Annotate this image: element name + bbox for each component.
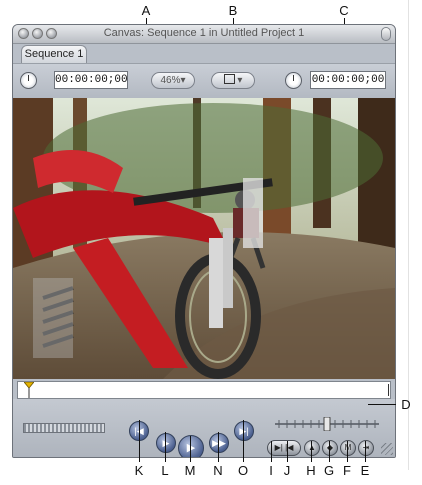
callout-o-leader xyxy=(243,420,244,462)
callout-k-leader xyxy=(139,420,140,462)
title-bar[interactable]: Canvas: Sequence 1 in Untitled Project 1 xyxy=(13,25,395,44)
video-frame[interactable] xyxy=(13,98,395,379)
mountain-bike-image xyxy=(13,98,395,379)
canvas-toolbar: 00:00:00;00 46%▾ ▾ 00:00:00;00 xyxy=(13,63,395,98)
end-marker xyxy=(388,384,389,396)
callout-b: B xyxy=(228,3,238,18)
play-around-current-frame-button[interactable]: ▶▶ xyxy=(209,433,229,453)
shuttle-control[interactable] xyxy=(23,423,105,433)
view-popup[interactable]: ▾ xyxy=(211,72,255,89)
clock-icon xyxy=(20,72,37,89)
callout-i: I xyxy=(269,463,273,478)
callout-a: A xyxy=(141,3,151,18)
callout-i-leader xyxy=(271,441,272,462)
play-icon: ▶ xyxy=(186,442,196,454)
window-title: Canvas: Sequence 1 in Untitled Project 1 xyxy=(103,27,305,39)
canvas-window: Canvas: Sequence 1 in Untitled Project 1… xyxy=(12,24,396,458)
duration-timecode-field[interactable]: 00:00:00;00 xyxy=(54,71,128,89)
callout-e: E xyxy=(360,463,370,478)
callout-o: O xyxy=(237,463,249,478)
callout-n: N xyxy=(213,463,223,478)
callout-k: K xyxy=(134,463,144,478)
callout-m: M xyxy=(184,463,196,478)
toolbar-toggle-button[interactable] xyxy=(381,27,391,41)
callout-j: J xyxy=(283,463,291,478)
mark-in-out-buttons[interactable]: ▶| |◀ xyxy=(267,440,301,456)
add-marker-button[interactable]: ◆ xyxy=(322,440,338,456)
zoom-value: 46% xyxy=(160,75,181,86)
tab-sequence-1[interactable]: Sequence 1 xyxy=(21,45,87,63)
add-keyframe-button[interactable]: ▲ xyxy=(304,440,320,456)
mark-clip-button[interactable]: M xyxy=(340,440,356,456)
callout-e-leader xyxy=(365,441,366,462)
view-options-icon xyxy=(223,74,235,85)
callout-f: F xyxy=(343,463,351,478)
callout-d: D xyxy=(401,397,411,412)
callout-g: G xyxy=(323,463,335,478)
callout-g-leader xyxy=(329,441,330,462)
callout-n-leader xyxy=(218,432,219,462)
chevron-down-icon: ▾ xyxy=(180,75,186,86)
play-button[interactable]: ▶ xyxy=(178,435,204,457)
play-around-icon: ▶▶ xyxy=(212,438,226,448)
match-frame-button[interactable]: ⇥ xyxy=(358,440,374,456)
zoom-popup[interactable]: 46%▾ xyxy=(151,72,195,89)
callout-d-leader xyxy=(368,404,396,405)
resize-grip-icon[interactable] xyxy=(381,443,393,455)
go-to-next-edit-button[interactable]: ▶| xyxy=(234,421,254,441)
mark-in-out-icon: ▶| |◀ xyxy=(274,443,294,452)
callout-m-leader xyxy=(190,436,191,462)
clock-icon xyxy=(285,72,302,89)
callout-h-leader xyxy=(311,441,312,462)
callout-c: C xyxy=(339,3,349,18)
playhead-icon[interactable] xyxy=(24,382,34,398)
callout-f-leader xyxy=(347,441,348,462)
callout-l-leader xyxy=(165,432,166,462)
current-timecode-field[interactable]: 00:00:00;00 xyxy=(310,71,386,89)
chevron-down-icon: ▾ xyxy=(237,75,243,86)
play-in-to-out-button[interactable]: ▶ xyxy=(156,433,176,453)
callout-l: L xyxy=(161,463,169,478)
jog-control[interactable] xyxy=(275,417,379,431)
diamond-icon: ◆ xyxy=(326,443,334,452)
scrubber-bar[interactable] xyxy=(17,381,391,399)
callout-h: H xyxy=(306,463,316,478)
callout-j-leader xyxy=(287,441,288,462)
transport-controls: |◀ ▶ ▶ ▶▶ ▶| ▶| |◀ ▲ ◆ M ⇥ xyxy=(13,399,395,457)
